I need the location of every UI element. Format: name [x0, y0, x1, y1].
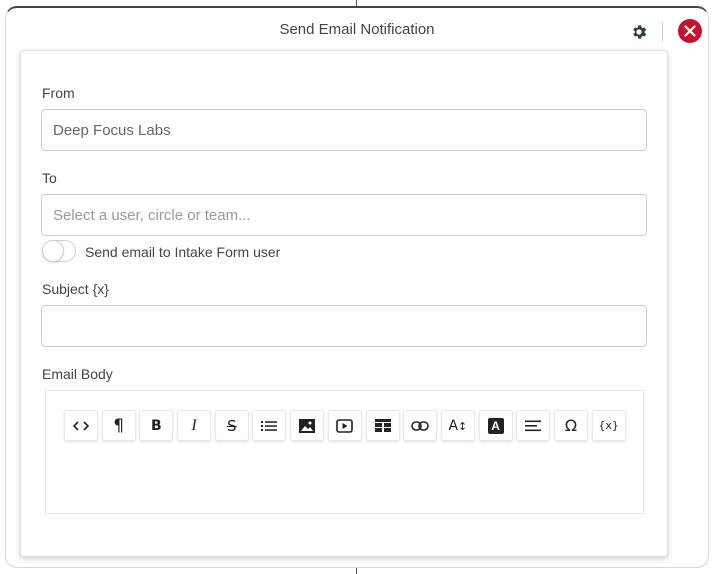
insert-image-button[interactable]: [290, 410, 325, 441]
close-icon: [684, 25, 696, 37]
text-color-icon: A: [487, 417, 504, 434]
bulleted-list-button[interactable]: [252, 410, 287, 441]
list-icon: [261, 420, 278, 431]
strikethrough-icon: S: [226, 416, 237, 435]
insert-variable-button[interactable]: {x}: [591, 410, 626, 441]
italic-button[interactable]: I: [177, 410, 212, 441]
font-size-button[interactable]: A↕: [440, 410, 475, 441]
email-body-label: Email Body: [42, 366, 113, 382]
intake-form-user-toggle[interactable]: [42, 240, 76, 262]
gear-icon: [633, 25, 647, 39]
to-label: To: [42, 170, 57, 186]
text-color-button[interactable]: A: [478, 410, 513, 441]
settings-button[interactable]: [628, 21, 650, 43]
header-divider: [662, 22, 663, 42]
paragraph-icon: ¶: [113, 415, 125, 436]
strikethrough-button[interactable]: S: [214, 410, 249, 441]
align-button[interactable]: [516, 410, 551, 441]
close-button[interactable]: [678, 19, 702, 43]
bold-icon: B: [151, 417, 162, 434]
email-body-editor[interactable]: ¶ B I S A↕ A Ω {x}: [45, 390, 644, 514]
from-value: Deep Focus Labs: [53, 121, 171, 139]
insert-video-button[interactable]: [327, 410, 362, 441]
to-placeholder: Select a user, circle or team...: [53, 206, 251, 224]
dialog-title: Send Email Notification: [279, 21, 435, 38]
link-icon: [411, 420, 429, 431]
variable-icon: {x}: [598, 419, 619, 432]
insert-table-button[interactable]: [365, 410, 400, 441]
align-left-icon: [525, 420, 542, 431]
editor-toolbar: ¶ B I S A↕ A Ω {x}: [64, 410, 629, 441]
font-size-icon: A↕: [448, 417, 468, 434]
special-characters-button[interactable]: Ω: [553, 410, 588, 441]
italic-icon: I: [191, 416, 197, 434]
code-view-button[interactable]: [64, 410, 98, 441]
code-icon: [73, 420, 89, 431]
from-field[interactable]: Deep Focus Labs: [41, 109, 647, 151]
from-label: From: [42, 85, 75, 101]
omega-icon: Ω: [564, 416, 578, 435]
intake-form-user-toggle-label: Send email to Intake Form user: [85, 244, 281, 260]
to-field[interactable]: Select a user, circle or team...: [41, 194, 647, 236]
insert-link-button[interactable]: [403, 410, 438, 441]
subject-field[interactable]: [41, 305, 647, 347]
image-icon: [299, 418, 316, 433]
toggle-knob: [42, 240, 64, 262]
bold-button[interactable]: B: [139, 410, 174, 441]
video-icon: [336, 418, 354, 433]
table-icon: [374, 419, 391, 432]
paragraph-format-button[interactable]: ¶: [101, 410, 136, 441]
subject-label: Subject {x}: [42, 281, 109, 297]
